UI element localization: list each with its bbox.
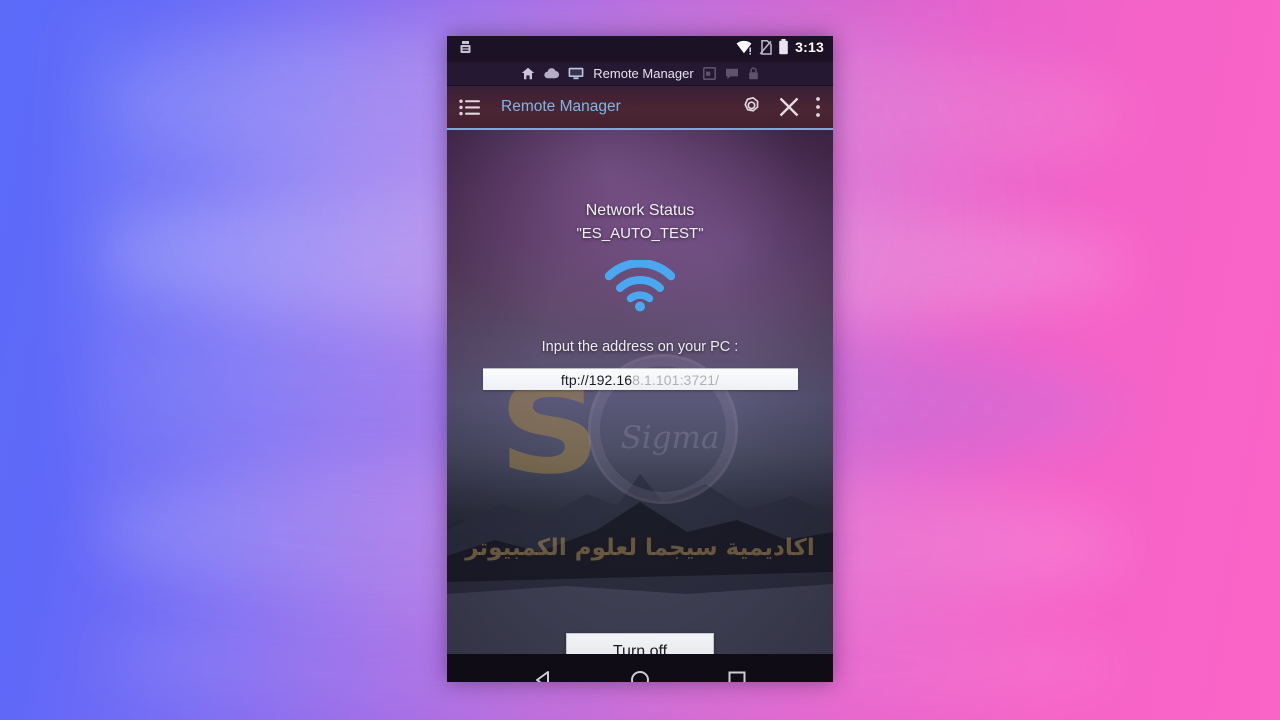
no-sim-icon [759,39,772,55]
more-vertical-icon[interactable] [815,96,821,118]
wifi-signal-icon [604,259,676,317]
phone-screenshot: 3:13 Remote Manager Remote Manager S اكا… [447,36,833,682]
ftp-address-visible: ftp://192.16 [560,371,633,388]
breadcrumb: Remote Manager [447,62,833,86]
ftp-address-field[interactable]: ftp://192.16 8.1.101:3721/ [482,368,798,390]
turn-off-button[interactable]: Turn off [566,633,714,654]
network-status-label: Network Status [585,202,695,219]
wifi-warning-icon [736,40,753,55]
app-screen: S Sigma اكاديمية سيجما لعلوم الكمبيوتر N… [447,130,833,654]
gear-icon[interactable] [740,96,763,119]
close-icon[interactable] [777,95,801,119]
network-ssid: "ES_AUTO_TEST" [576,225,704,242]
recents-square-icon[interactable] [726,669,748,682]
list-menu-icon[interactable] [459,99,481,116]
usb-debug-icon [459,40,472,55]
lock-icon[interactable] [748,67,759,80]
app-toolbar: Remote Manager [447,86,833,130]
monitor-icon[interactable] [568,67,584,80]
address-prompt: Input the address on your PC : [541,339,739,355]
android-nav-bar [447,654,833,682]
battery-icon [778,39,789,55]
home-circle-icon[interactable] [629,669,651,682]
app-toolbar-title: Remote Manager [501,98,621,115]
ftp-address-masked: 8.1.101:3721/ [632,371,720,388]
android-status-bar: 3:13 [447,36,833,62]
cloud-icon[interactable] [544,68,560,79]
chat-icon[interactable] [725,68,739,80]
back-triangle-icon[interactable] [532,669,554,682]
home-icon[interactable] [521,67,535,80]
breadcrumb-current-label: Remote Manager [593,66,694,81]
network-status-panel: Network Status "ES_AUTO_TEST" Input the … [447,130,833,654]
status-bar-clock: 3:13 [795,39,824,55]
window-icon[interactable] [702,67,716,80]
